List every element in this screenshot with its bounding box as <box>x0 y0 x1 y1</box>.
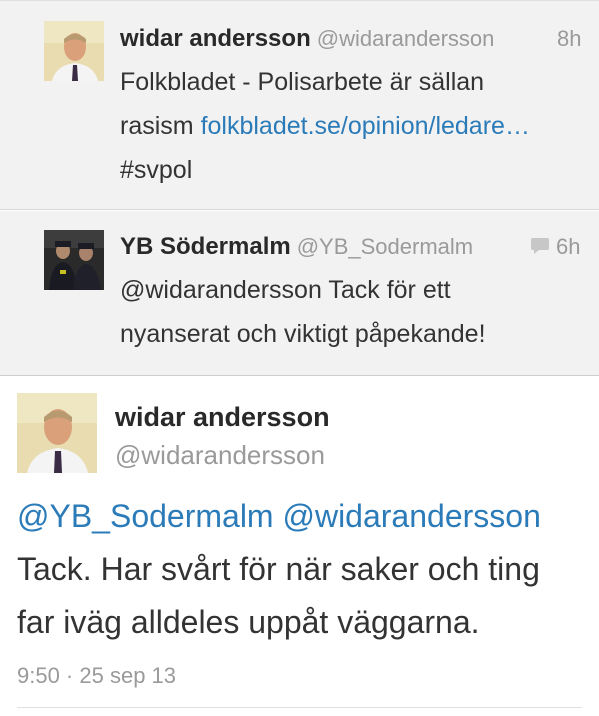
mention-link[interactable]: @YB_Sodermalm <box>17 498 274 534</box>
hashtag-link[interactable]: #svpol <box>120 148 580 192</box>
timestamp: 8h <box>557 26 582 51</box>
tweet-timestamp: 9:50 · 25 sep 13 <box>17 663 177 688</box>
tweet-text-line: nyanserat och viktigt påpekande! <box>120 320 486 348</box>
author-name[interactable]: YB Södermalm @YB_Sodermalm <box>120 233 473 261</box>
thread-tweet-1[interactable]: widar andersson @widarandersson 8h Folkbl… <box>0 0 599 210</box>
avatar[interactable] <box>17 393 97 473</box>
main-author-handle[interactable]: @widarandersson <box>115 440 325 471</box>
divider <box>17 707 582 708</box>
author-handle: @widarandersson <box>316 26 495 51</box>
author-name-text: YB Södermalm <box>120 233 291 260</box>
main-author-name[interactable]: widar andersson <box>115 402 330 433</box>
tweet-text-line: rasism folkbladet.se/opinion/ledare… <box>120 104 580 148</box>
url-link[interactable]: folkbladet.se/opinion/ledare… <box>201 112 530 140</box>
tweet-text: @widarandersson Tack för ett nyanserat o… <box>120 268 580 356</box>
main-tweet-text: @YB_Sodermalm @widarandersson Tack. Har … <box>17 490 587 649</box>
tweet-text-line: @YB_Sodermalm @widarandersson <box>17 490 587 543</box>
avatar[interactable] <box>44 21 104 81</box>
reply-bubble-icon <box>530 235 550 261</box>
author-handle: @YB_Sodermalm <box>296 234 474 259</box>
timestamp: 6h <box>530 234 580 261</box>
tweet-text-line: far iväg alldeles uppåt väggarna. <box>17 604 480 640</box>
tweet-text-segment: rasism <box>120 112 201 140</box>
thread-tweet-2[interactable]: YB Södermalm @YB_Sodermalm 6h @widarander… <box>0 211 599 376</box>
author-name-text: widar andersson <box>120 25 311 52</box>
author-name[interactable]: widar andersson @widarandersson <box>120 25 494 53</box>
timestamp-text: 6h <box>556 234 581 259</box>
mention-link[interactable]: @widarandersson <box>282 498 540 534</box>
tweet-text-line: Tack. Har svårt för när saker och ting <box>17 551 540 587</box>
tweet-text: Folkbladet - Polisarbete är sällan rasis… <box>120 60 580 192</box>
avatar[interactable] <box>44 230 104 290</box>
tweet-text-line: Folkbladet - Polisarbete är sällan <box>120 68 485 96</box>
tweet-text-line: @widarandersson Tack för ett <box>120 276 451 304</box>
